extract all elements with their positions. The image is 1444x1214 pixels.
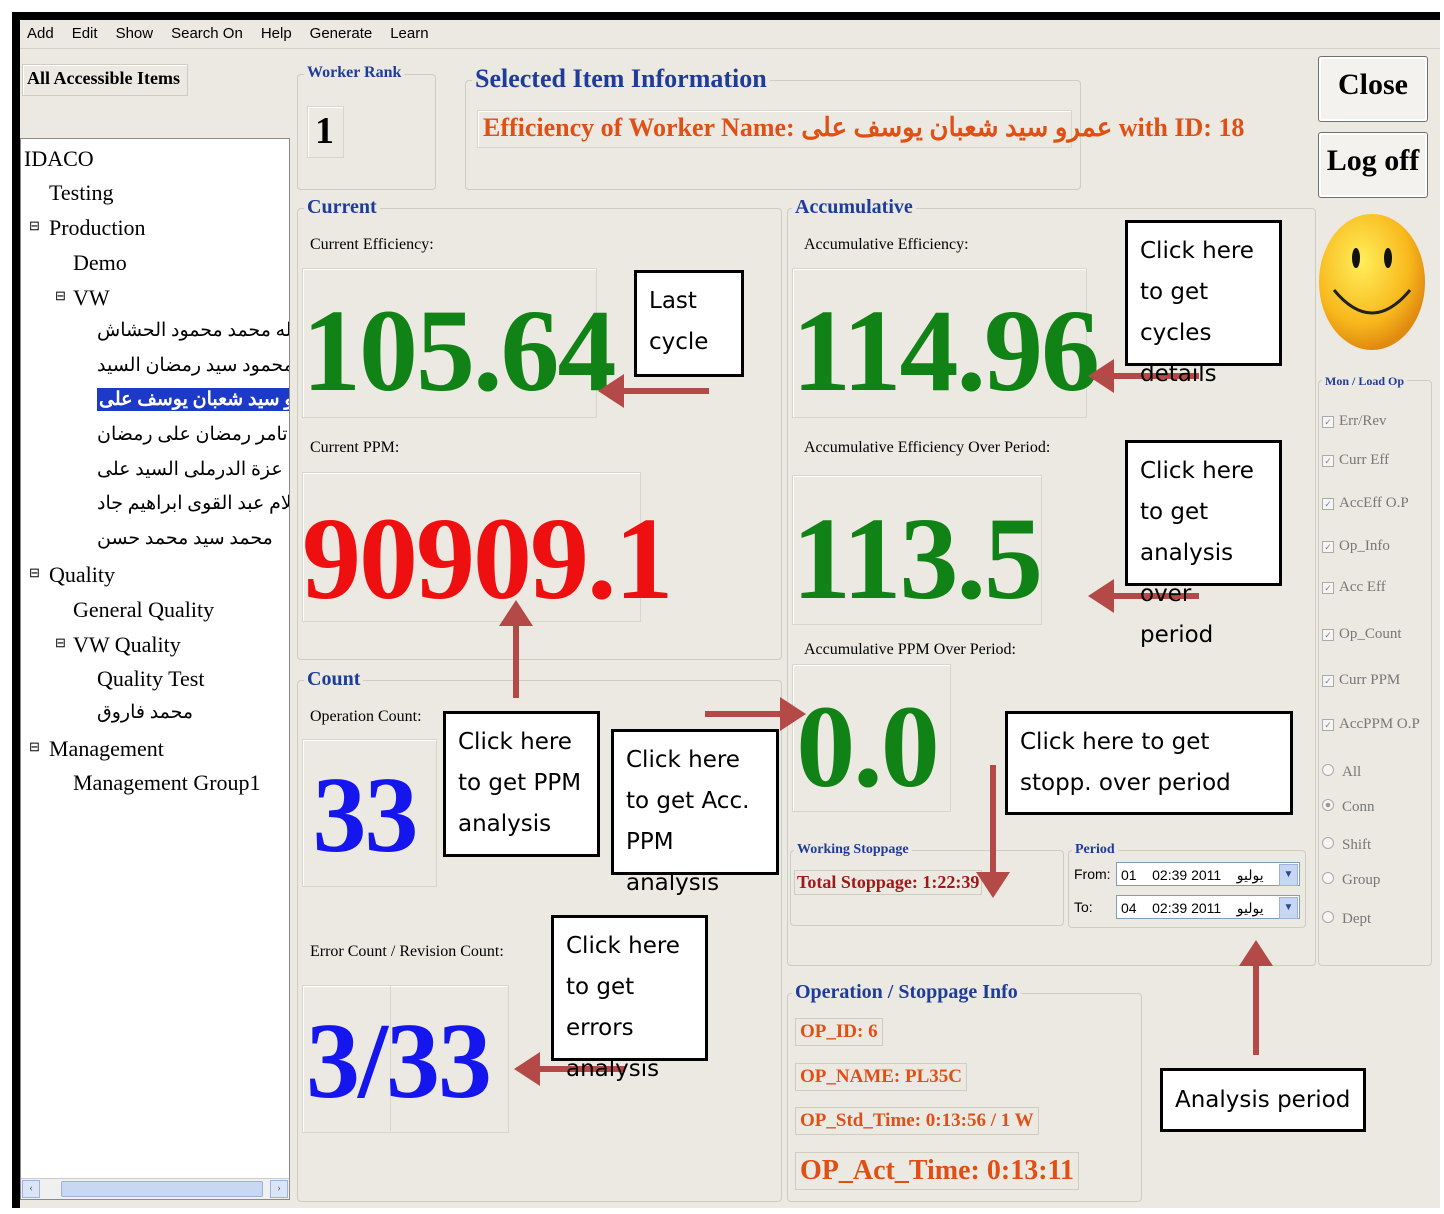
callout-acc-ppm: Click here to get Acc. PPM analysis: [611, 729, 779, 896]
callout-errors: Click here to get errors analysis: [551, 915, 708, 1082]
callout-analysis-period-box: Analysis period: [1160, 1068, 1366, 1132]
callout-ppm: Click here to get PPM analysis: [443, 711, 600, 857]
callout-analysis-period: Click here to get analysis over period: [1125, 440, 1282, 648]
annotation-arrows: [499, 359, 1273, 1086]
callout-cycles: Click here to get cycles details: [1125, 220, 1282, 387]
callout-stopp: Click here to get stopp. over period: [1005, 711, 1293, 815]
callout-last-cycle: Last cycle: [634, 270, 744, 377]
